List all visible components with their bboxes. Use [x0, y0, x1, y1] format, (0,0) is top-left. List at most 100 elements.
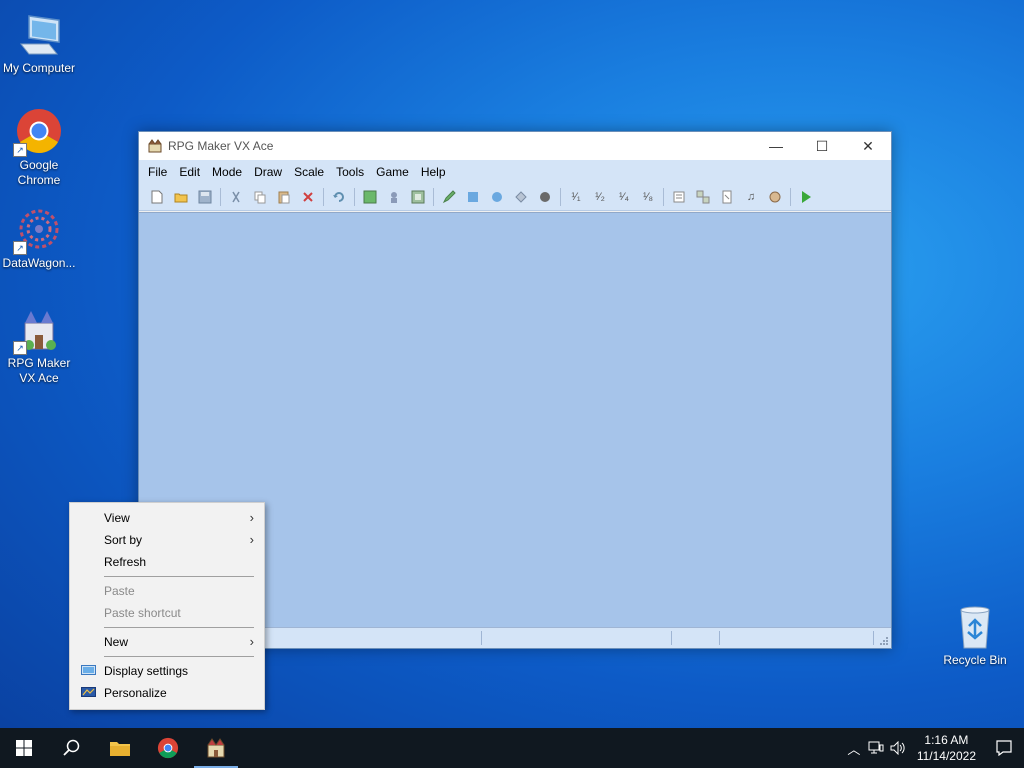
play-icon [802, 191, 811, 203]
new-project-button[interactable] [148, 188, 166, 206]
resize-grip-icon[interactable] [879, 636, 889, 646]
shadow-pen-button[interactable] [536, 188, 554, 206]
character-generator-button[interactable] [766, 188, 784, 206]
delete-icon [303, 192, 313, 202]
map-layer-button[interactable] [361, 188, 379, 206]
scale-1-8-button[interactable]: ¹⁄₈ [639, 188, 657, 206]
playtest-button[interactable] [797, 188, 815, 206]
new-file-icon [151, 190, 163, 204]
menu-item-label: Paste shortcut [104, 606, 181, 620]
pencil-tool-button[interactable] [440, 188, 458, 206]
save-project-button[interactable] [196, 188, 214, 206]
scale-1-4-button[interactable]: ¹⁄₄ [615, 188, 633, 206]
event-layer-icon [391, 192, 397, 203]
desktop-icon-my-computer[interactable]: My Computer [1, 10, 77, 76]
event-layer-button[interactable] [385, 188, 403, 206]
open-folder-icon [174, 193, 188, 203]
close-button[interactable]: ✕ [845, 132, 891, 160]
scale-1-2-icon: ¹⁄₂ [595, 191, 605, 203]
menu-scale[interactable]: Scale [288, 165, 330, 179]
context-menu-view[interactable]: View › [70, 507, 264, 529]
menu-help[interactable]: Help [415, 165, 452, 179]
rectangle-tool-button[interactable] [464, 188, 482, 206]
ellipse-tool-button[interactable] [488, 188, 506, 206]
folder-icon [110, 742, 130, 756]
minimize-button[interactable]: — [753, 132, 799, 160]
database-button[interactable] [670, 188, 688, 206]
toolbar-separator [433, 188, 434, 206]
network-icon [868, 741, 884, 754]
cut-button[interactable] [227, 188, 245, 206]
undo-button[interactable] [330, 188, 348, 206]
clock-time: 1:16 AM [924, 733, 969, 747]
clock-date: 11/14/2022 [916, 749, 976, 763]
music-note-icon: ♫ [746, 191, 756, 203]
menu-item-label: Sort by [104, 533, 143, 547]
desktop-icon-datawagon[interactable]: ↗ DataWagon... [1, 205, 77, 271]
title-bar[interactable]: RPG Maker VX Ace — ☐ ✕ [139, 132, 891, 160]
menu-mode[interactable]: Mode [206, 165, 248, 179]
script-editor-button[interactable] [718, 188, 736, 206]
display-icon [81, 665, 96, 675]
chevron-up-icon: ︿ [847, 741, 861, 757]
status-separator [671, 631, 672, 645]
resource-manager-button[interactable] [694, 188, 712, 206]
desktop-icon-label: Recycle Bin [943, 653, 1007, 667]
taskbar: ︿ 1:16 AM 11/14/2022 [0, 728, 1024, 768]
menu-draw[interactable]: Draw [248, 165, 288, 179]
start-button[interactable] [0, 728, 48, 768]
network-button[interactable] [865, 728, 887, 768]
chrome-icon: ↗ [13, 107, 63, 157]
context-menu-sort-by[interactable]: Sort by › [70, 529, 264, 551]
cut-icon [232, 191, 240, 203]
script-editor-icon [722, 190, 732, 204]
region-layer-button[interactable] [409, 188, 427, 206]
menu-separator [104, 576, 254, 577]
taskbar-chrome[interactable] [144, 728, 192, 768]
delete-button[interactable] [299, 188, 317, 206]
close-icon: ✕ [862, 137, 874, 154]
rectangle-icon [468, 192, 478, 202]
menu-file[interactable]: File [142, 165, 173, 179]
rpgmaker-icon: ↗ [13, 305, 63, 355]
sound-test-button[interactable]: ♫ [742, 188, 760, 206]
toolbar: ¹⁄₁ ¹⁄₂ ¹⁄₄ ¹⁄₈ ♫ [139, 184, 891, 211]
context-menu-new[interactable]: New › [70, 631, 264, 653]
context-menu-refresh[interactable]: Refresh [70, 551, 264, 573]
context-menu-display-settings[interactable]: Display settings [70, 660, 264, 682]
menu-item-label: Personalize [104, 686, 167, 700]
menu-item-label: Paste [104, 584, 135, 598]
action-center-button[interactable] [984, 728, 1024, 768]
recycle-bin-icon [951, 602, 999, 650]
search-icon [63, 739, 80, 756]
context-menu-personalize[interactable]: Personalize [70, 682, 264, 704]
windows-logo-icon [16, 740, 32, 756]
paste-button[interactable] [275, 188, 293, 206]
desktop-icon-rpg-maker[interactable]: ↗ RPG Maker VX Ace [1, 305, 77, 386]
taskbar-rpg-maker[interactable] [192, 728, 240, 768]
desktop-icon-google-chrome[interactable]: ↗ Google Chrome [1, 107, 77, 188]
taskbar-file-explorer[interactable] [96, 728, 144, 768]
computer-icon [15, 10, 63, 58]
copy-button[interactable] [251, 188, 269, 206]
search-button[interactable] [48, 728, 96, 768]
chevron-right-icon: › [249, 510, 254, 525]
character-generator-icon [769, 191, 781, 203]
show-hidden-icons-button[interactable]: ︿ [843, 728, 865, 768]
menu-edit[interactable]: Edit [173, 165, 206, 179]
fill-bucket-icon [515, 191, 527, 203]
map-layer-icon [363, 190, 377, 204]
open-project-button[interactable] [172, 188, 190, 206]
menu-game[interactable]: Game [370, 165, 415, 179]
scale-1-2-button[interactable]: ¹⁄₂ [591, 188, 609, 206]
taskbar-clock[interactable]: 1:16 AM 11/14/2022 [909, 732, 984, 764]
desktop-icon-recycle-bin[interactable]: Recycle Bin [937, 602, 1013, 668]
maximize-button[interactable]: ☐ [799, 132, 845, 160]
toolbar-separator [790, 188, 791, 206]
scale-1-1-button[interactable]: ¹⁄₁ [567, 188, 585, 206]
volume-button[interactable] [887, 728, 909, 768]
menu-tools[interactable]: Tools [330, 165, 370, 179]
fill-tool-button[interactable] [512, 188, 530, 206]
personalize-icon [81, 687, 96, 697]
pencil-icon [442, 190, 456, 204]
